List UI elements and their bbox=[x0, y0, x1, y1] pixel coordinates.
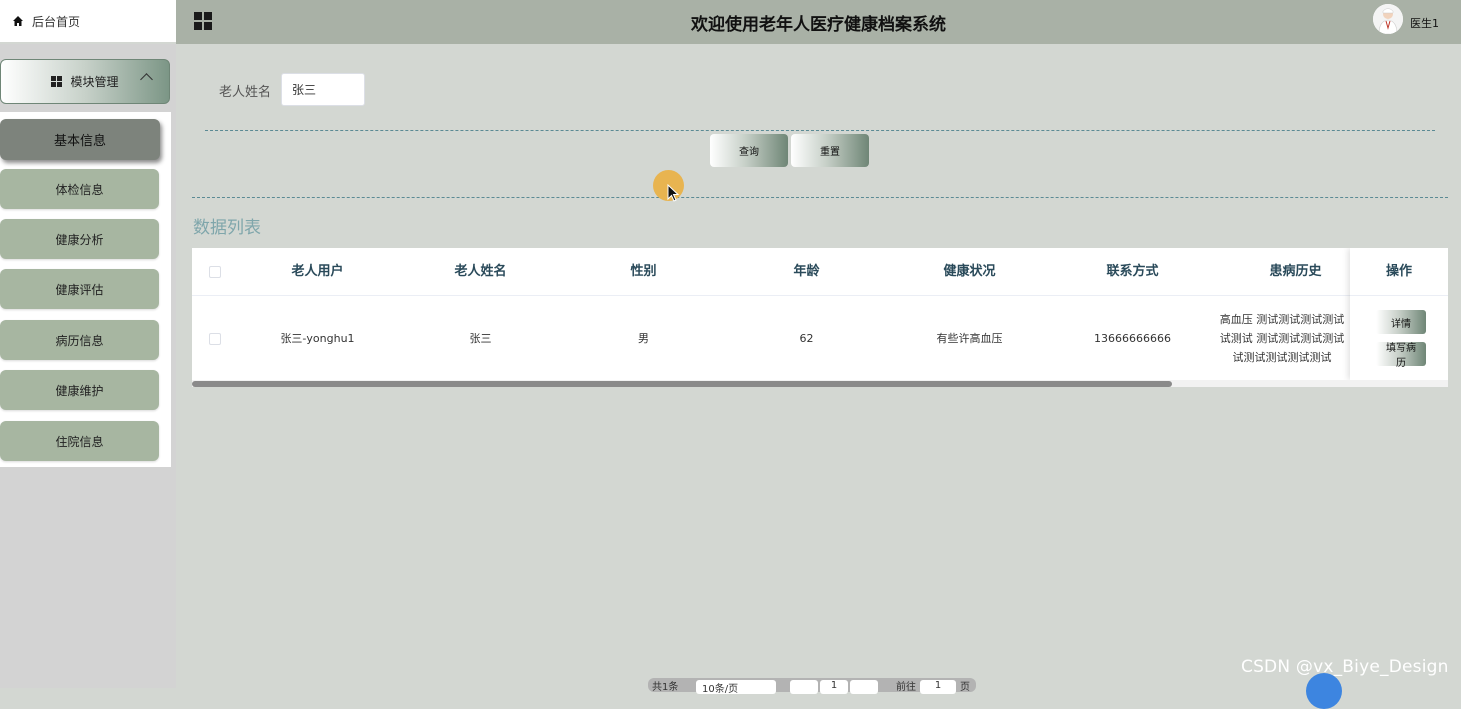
top-header: 欢迎使用老年人医疗健康档案系统 医生1 bbox=[176, 0, 1461, 44]
doctor-avatar-icon bbox=[1373, 4, 1403, 34]
cell-name: 张三 bbox=[469, 332, 492, 345]
column-header: 老人姓名 bbox=[454, 264, 507, 279]
sidebar-item-checkup-info[interactable]: 体检信息 bbox=[0, 169, 159, 209]
cell-phone: 13666666666 bbox=[1094, 331, 1171, 345]
column-header: 操作 bbox=[1350, 248, 1448, 296]
history-line: 高血压 测试测试测试测试 bbox=[1219, 313, 1345, 326]
cell-user: 张三-yonghu1 bbox=[280, 332, 355, 345]
sidebar-item-label: 体检信息 bbox=[55, 182, 104, 197]
actions-column: 操作 详情 填写病历 bbox=[1350, 248, 1448, 380]
history-line: 试测试测试测试测试 bbox=[1232, 351, 1332, 364]
data-list-title: 数据列表 bbox=[193, 218, 261, 238]
reset-button[interactable]: 重置 bbox=[791, 134, 869, 167]
cell-history: 高血压 测试测试测试测试 试测试 测试测试测试测试 试测试测试测试测试 bbox=[1217, 310, 1347, 367]
grid-icon bbox=[51, 76, 63, 87]
column-header: 联系方式 bbox=[1106, 264, 1159, 279]
search-label: 老人姓名 bbox=[219, 85, 272, 100]
page-suffix: 页 bbox=[960, 682, 970, 693]
elder-name-input[interactable] bbox=[281, 73, 365, 106]
avatar[interactable] bbox=[1373, 4, 1403, 34]
next-page-button[interactable] bbox=[850, 680, 878, 694]
chevron-up-icon bbox=[140, 73, 153, 86]
sidebar-item-label: 病历信息 bbox=[55, 333, 104, 348]
module-submenu: 基本信息 体检信息 健康分析 健康评估 病历信息 健康维护 住院信息 bbox=[0, 112, 171, 467]
select-all-checkbox[interactable] bbox=[209, 266, 221, 278]
table-header: 老人用户 老人姓名 性别 年龄 健康状况 联系方式 患病历史 bbox=[192, 248, 1448, 296]
user-name[interactable]: 医生1 bbox=[1410, 15, 1439, 31]
sidebar-item-hospitalization[interactable]: 住院信息 bbox=[0, 421, 159, 461]
sidebar-item-medical-records[interactable]: 病历信息 bbox=[0, 320, 159, 360]
cell-age: 62 bbox=[799, 331, 814, 345]
divider bbox=[205, 130, 1435, 131]
page-title: 欢迎使用老年人医疗健康档案系统 bbox=[691, 15, 946, 35]
history-line: 试测试 测试测试测试测试 bbox=[1219, 332, 1345, 345]
mouse-cursor-icon bbox=[667, 184, 680, 202]
query-button[interactable]: 查询 bbox=[710, 134, 788, 167]
home-label: 后台首页 bbox=[32, 14, 81, 29]
data-table: 老人用户 老人姓名 性别 年龄 健康状况 联系方式 患病历史 张三-yonghu… bbox=[192, 248, 1448, 387]
home-icon bbox=[13, 16, 23, 26]
column-header: 性别 bbox=[630, 264, 657, 279]
cell-gender: 男 bbox=[638, 332, 649, 345]
total-count: 共1条 bbox=[652, 682, 679, 693]
horizontal-scrollbar[interactable] bbox=[192, 380, 1448, 387]
cell-health: 有些许高血压 bbox=[936, 332, 1003, 345]
prev-page-button[interactable] bbox=[790, 680, 818, 694]
goto-page-input[interactable]: 1 bbox=[920, 680, 956, 694]
divider bbox=[192, 197, 1448, 198]
page-size-select[interactable]: 10条/页 bbox=[696, 680, 776, 695]
fill-record-button[interactable]: 填写病历 bbox=[1376, 342, 1426, 369]
sidebar-item-label: 住院信息 bbox=[55, 434, 104, 449]
scrollbar-thumb[interactable] bbox=[192, 381, 1172, 387]
sidebar-item-health-analysis[interactable]: 健康分析 bbox=[0, 219, 159, 259]
goto-label: 前往 bbox=[896, 682, 916, 693]
module-label: 模块管理 bbox=[70, 75, 119, 89]
pagination: 共1条 10条/页 1 前往 1 页 bbox=[648, 678, 976, 695]
sidebar-item-label: 健康分析 bbox=[55, 232, 104, 247]
current-page[interactable]: 1 bbox=[820, 680, 848, 694]
sidebar-item-basic-info[interactable]: 基本信息 bbox=[0, 119, 160, 160]
watermark: CSDN @vx_Biye_Design bbox=[1241, 657, 1449, 677]
floating-action-icon[interactable] bbox=[1306, 673, 1342, 709]
sidebar-item-label: 健康维护 bbox=[55, 383, 104, 398]
sidebar-item-label: 基本信息 bbox=[53, 134, 106, 149]
column-header: 健康状况 bbox=[943, 264, 996, 279]
module-management-toggle[interactable]: 模块管理 bbox=[0, 59, 170, 104]
column-header: 老人用户 bbox=[291, 264, 344, 279]
sidebar-item-health-assessment[interactable]: 健康评估 bbox=[0, 269, 159, 309]
column-header: 年龄 bbox=[793, 264, 820, 279]
home-link[interactable]: 后台首页 bbox=[0, 0, 176, 44]
sidebar: 后台首页 模块管理 基本信息 体检信息 健康分析 健康评估 病历信息 健康维护 … bbox=[0, 0, 176, 688]
sidebar-item-health-maintenance[interactable]: 健康维护 bbox=[0, 370, 159, 410]
detail-button[interactable]: 详情 bbox=[1376, 310, 1426, 334]
row-checkbox[interactable] bbox=[209, 333, 221, 345]
sidebar-item-label: 健康评估 bbox=[55, 282, 104, 297]
